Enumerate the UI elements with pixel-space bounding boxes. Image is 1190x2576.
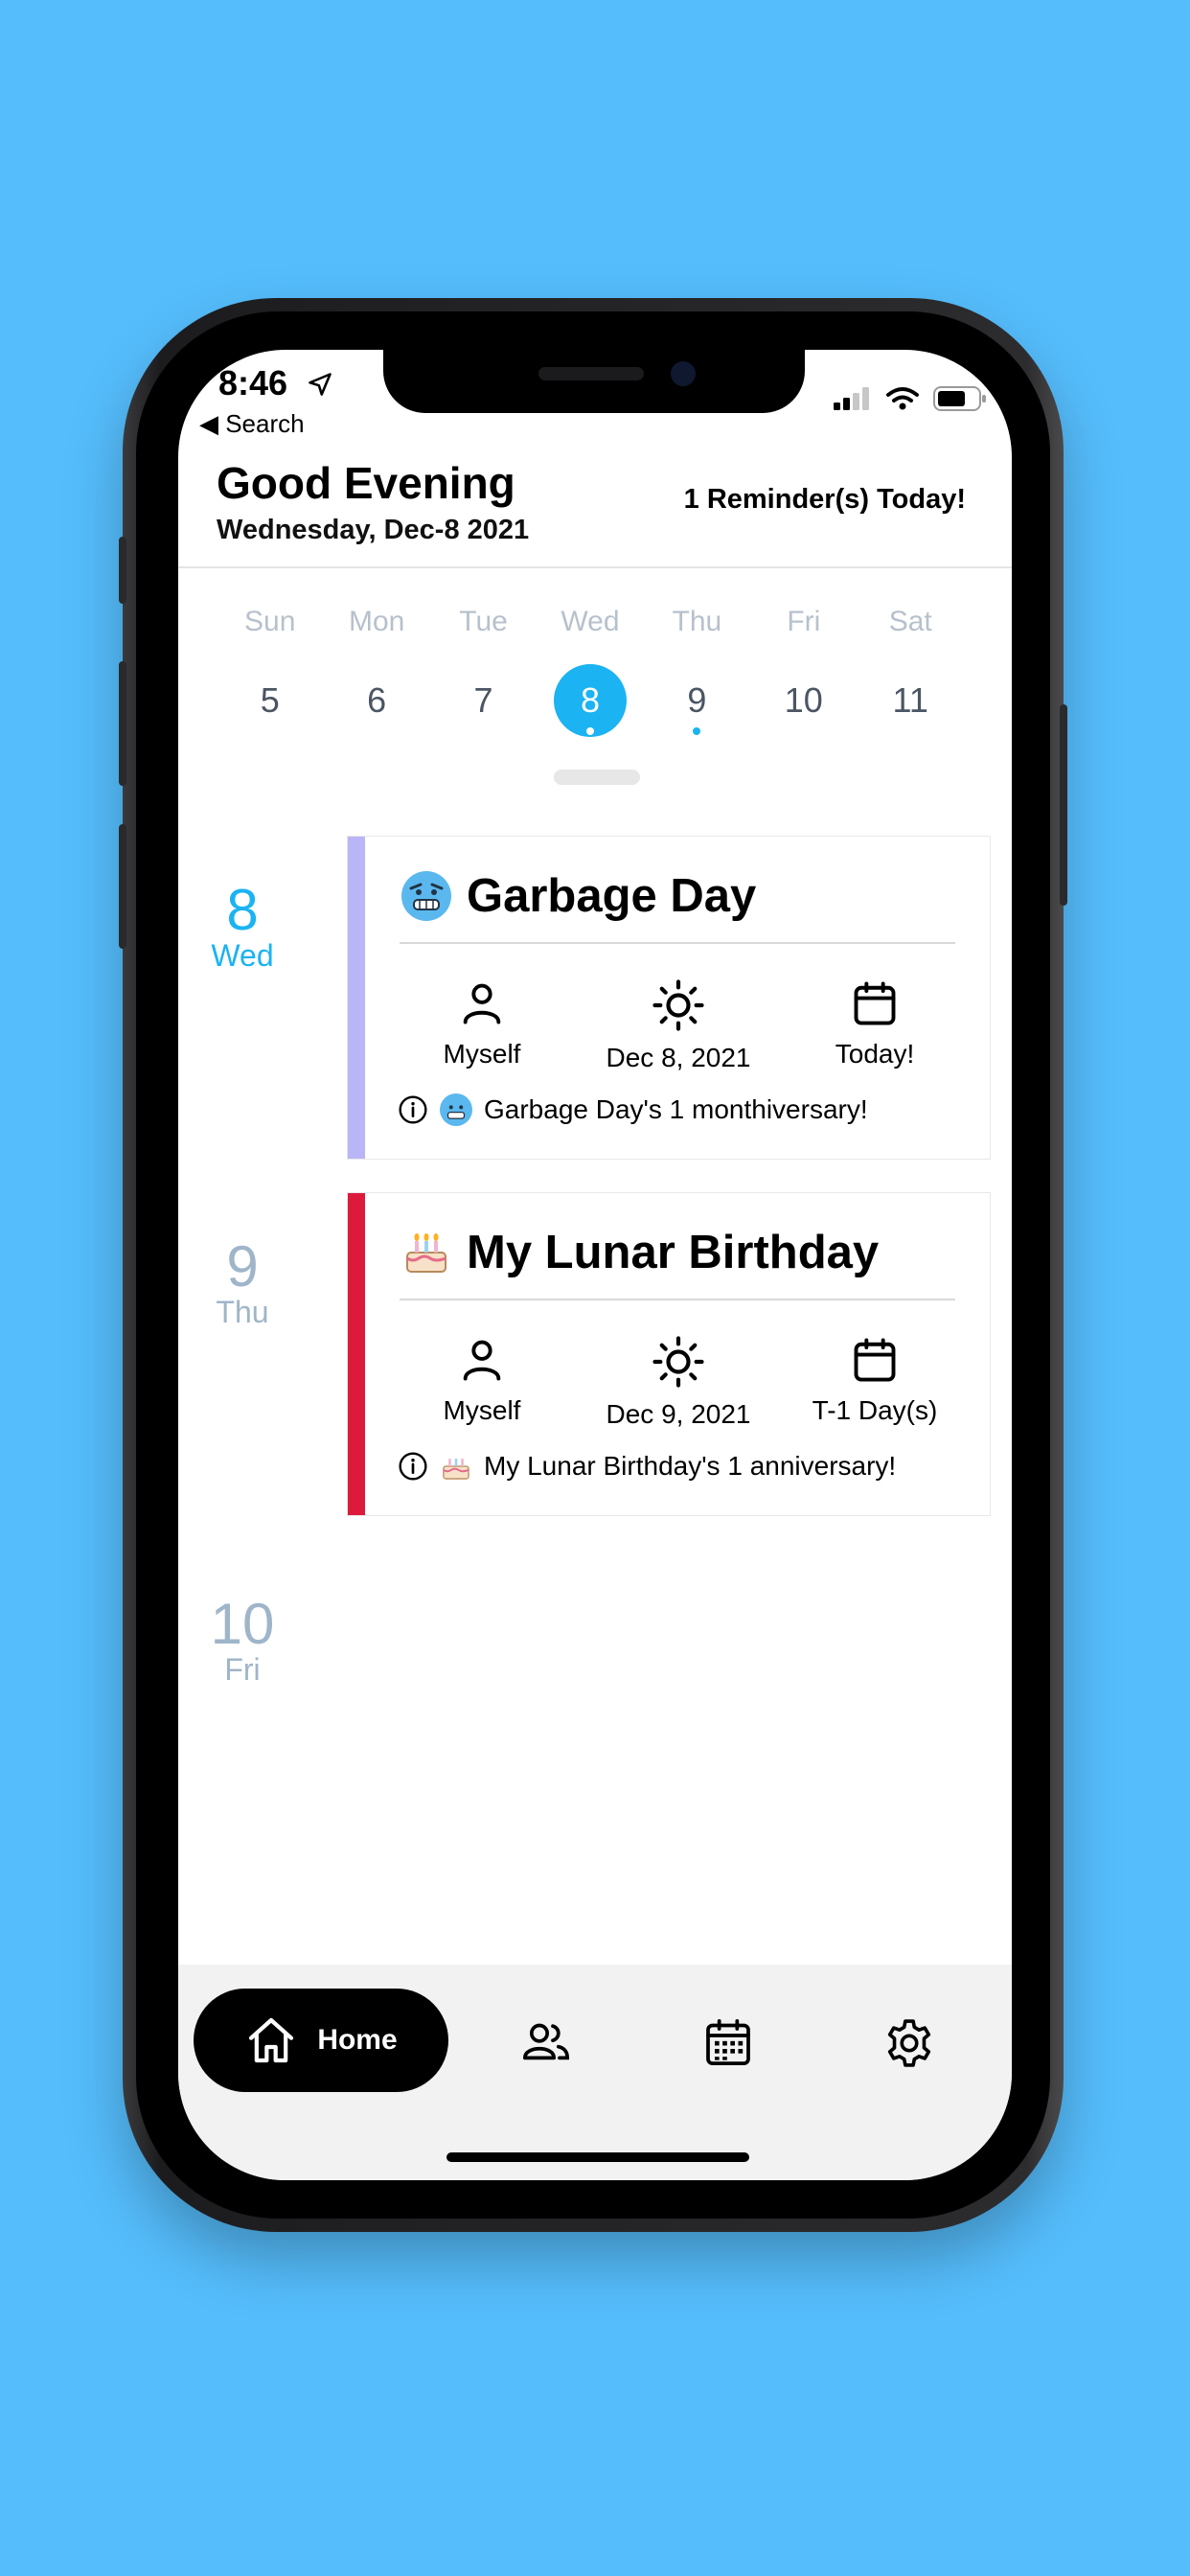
home-icon <box>249 2017 294 2063</box>
event-note: My Lunar Birthday's 1 anniversary! <box>398 1450 896 1483</box>
back-to-search-link[interactable]: ◀ Search <box>199 409 305 439</box>
event-title: Garbage Day <box>467 870 757 922</box>
day-number: 5 <box>260 680 280 720</box>
event-countdown-label: T-1 Day(s) <box>812 1395 938 1425</box>
event-date: Dec 9, 2021 <box>583 1335 774 1430</box>
cold-face-emoji-icon <box>401 871 451 921</box>
cold-face-emoji-icon <box>440 1093 472 1126</box>
day-of-week-label: Sun <box>244 606 296 637</box>
week-day-mon[interactable]: Mon 6 <box>323 601 429 737</box>
status-time: 8:46 <box>218 363 288 402</box>
birthday-cake-emoji-icon <box>401 1228 451 1277</box>
selected-day-number: 8 <box>553 664 627 737</box>
people-icon[interactable] <box>519 2015 573 2069</box>
front-camera <box>671 361 696 386</box>
event-card-lunar-birthday[interactable]: My Lunar Birthday Myself Dec 9, 2021 T-1… <box>347 1192 991 1516</box>
event-note: Garbage Day's 1 monthiversary! <box>398 1093 868 1126</box>
current-date: Wednesday, Dec-8 2021 <box>217 515 530 545</box>
timeline-day-of-week: Wed <box>211 938 274 973</box>
event-dot-indicator <box>585 727 594 735</box>
sun-icon <box>652 1336 704 1388</box>
week-day-sat[interactable]: Sat 11 <box>858 601 964 737</box>
mute-switch <box>119 537 126 604</box>
calendar-grid-icon[interactable] <box>701 2015 755 2069</box>
day-of-week-label: Sat <box>888 606 932 637</box>
timeline-day-number: 8 <box>226 878 259 942</box>
event-countdown: T-1 Day(s) <box>779 1335 971 1430</box>
location-arrow-icon <box>309 373 332 396</box>
week-day-thu[interactable]: Thu 9 <box>644 601 750 737</box>
gear-icon[interactable] <box>881 2015 937 2071</box>
event-date-label: Dec 9, 2021 <box>606 1399 751 1429</box>
day-of-week-label: Fri <box>787 606 821 637</box>
timeline-day-9: 9 Thu <box>197 1234 287 1329</box>
week-day-tue[interactable]: Tue 7 <box>430 601 537 737</box>
card-divider <box>400 942 955 944</box>
week-strip: Sun 5 Mon 6 Tue 7 Wed 8 Thu 9 Fri 10 Sat… <box>217 601 964 737</box>
app-screen: 8:46 ◀ Search Good Evening Wednesday, De… <box>178 350 1012 2180</box>
event-person: Myself <box>386 1335 578 1430</box>
day-of-week-label: Tue <box>459 606 508 637</box>
greeting-title: Good Evening <box>217 458 515 508</box>
day-of-week-label: Wed <box>561 606 620 637</box>
birthday-cake-emoji-icon <box>440 1450 472 1483</box>
timeline-day-8: 8 Wed <box>197 878 287 973</box>
day-number: 9 <box>687 680 707 720</box>
earpiece-speaker <box>538 367 644 380</box>
header-divider <box>178 566 1012 568</box>
cellular-signal-icon <box>834 387 869 410</box>
sun-icon <box>652 979 704 1031</box>
day-of-week-label: Thu <box>672 606 722 637</box>
volume-up-button <box>119 661 126 786</box>
card-divider <box>400 1299 955 1300</box>
status-icons <box>834 386 987 411</box>
volume-down-button <box>119 824 126 949</box>
timeline-day-number: 9 <box>226 1234 259 1299</box>
week-day-wed[interactable]: Wed 8 <box>537 601 643 737</box>
event-note-text: Garbage Day's 1 monthiversary! <box>484 1094 868 1124</box>
event-person: Myself <box>386 978 578 1073</box>
day-number: 11 <box>892 680 928 720</box>
event-color-bar <box>348 837 365 1159</box>
event-color-bar <box>348 1193 365 1515</box>
event-countdown-label: Today! <box>835 1039 915 1069</box>
calendar-icon <box>854 1338 896 1382</box>
day-of-week-label: Mon <box>348 606 405 637</box>
timeline-day-of-week: Thu <box>216 1295 269 1329</box>
battery-icon <box>933 386 986 411</box>
timeline-day-of-week: Fri <box>224 1652 261 1687</box>
week-day-fri[interactable]: Fri 10 <box>750 601 857 737</box>
tab-home-label: Home <box>317 2024 398 2056</box>
info-icon <box>399 1095 427 1124</box>
event-title: My Lunar Birthday <box>467 1227 880 1278</box>
wifi-icon <box>886 387 919 410</box>
day-number: 10 <box>784 680 823 720</box>
event-person-label: Myself <box>443 1395 521 1425</box>
bottom-tab-bar: Home <box>178 1965 1012 2180</box>
week-day-sun[interactable]: Sun 5 <box>217 601 323 737</box>
event-countdown: Today! <box>779 978 971 1073</box>
person-icon <box>463 983 501 1024</box>
info-icon <box>399 1452 427 1481</box>
tab-home[interactable]: Home <box>194 1989 448 2092</box>
power-button <box>1060 704 1067 906</box>
event-card-garbage-day[interactable]: Garbage Day Myself Dec 8, 2021 Today! Ga… <box>347 836 991 1160</box>
event-date-label: Dec 8, 2021 <box>606 1043 751 1072</box>
reminder-count: 1 Reminder(s) Today! <box>683 484 966 515</box>
event-person-label: Myself <box>443 1039 521 1069</box>
event-note-text: My Lunar Birthday's 1 anniversary! <box>484 1451 897 1481</box>
person-icon <box>463 1340 501 1381</box>
timeline-day-10: 10 Fri <box>197 1592 287 1687</box>
timeline-day-number: 10 <box>210 1592 275 1656</box>
calendar-icon <box>854 981 896 1025</box>
event-date: Dec 8, 2021 <box>583 978 774 1073</box>
home-indicator[interactable] <box>446 2152 749 2162</box>
day-number: 6 <box>367 680 387 720</box>
week-expand-handle[interactable] <box>554 770 640 785</box>
day-number: 7 <box>473 680 493 720</box>
display-notch <box>383 350 805 413</box>
